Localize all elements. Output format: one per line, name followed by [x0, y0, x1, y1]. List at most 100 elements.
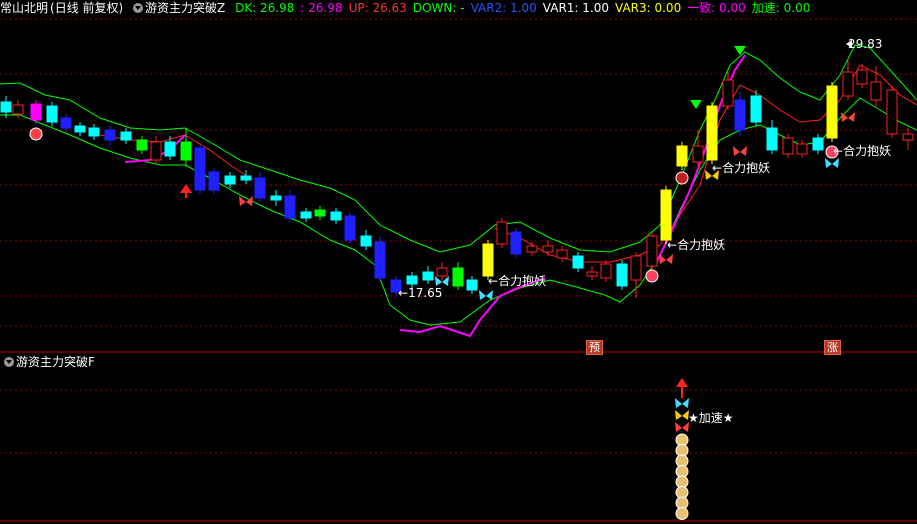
- candle-body: [542, 245, 554, 253]
- butterfly-icon: [848, 112, 855, 122]
- candle-body: [240, 175, 252, 181]
- butterfly-icon: [442, 276, 449, 286]
- candle-body: [314, 209, 326, 217]
- sub-arrow-icon: [676, 378, 688, 387]
- candle-body: [600, 263, 612, 279]
- butterfly-icon: [705, 170, 712, 180]
- sub-butterfly-icon: [682, 398, 689, 408]
- gem-icon: [645, 269, 659, 283]
- signal-label-2: ←合力抱妖: [667, 236, 725, 253]
- candle-body: [436, 267, 448, 277]
- mid-line-b: [494, 64, 917, 263]
- candle-body: [270, 195, 282, 201]
- low-arrow-glyph: ←: [398, 286, 409, 300]
- candle-body: [510, 231, 522, 255]
- candle-body: [796, 143, 808, 155]
- candle-body: [452, 267, 464, 287]
- marker-zhang: 涨: [824, 340, 841, 355]
- butterfly-icon: [486, 290, 493, 300]
- candle-body: [660, 189, 672, 241]
- buy-triangle-icon: [690, 100, 702, 109]
- butterfly-icon: [479, 290, 486, 300]
- candle-body: [766, 127, 778, 151]
- high-price-label: 29.83: [848, 37, 882, 51]
- sub-butterfly-icon: [675, 410, 682, 420]
- butterfly-icon: [659, 254, 666, 264]
- candle-body: [374, 241, 386, 279]
- candle-body: [344, 215, 356, 241]
- candle-body: [496, 221, 508, 245]
- accel-text: ★加速★: [688, 411, 734, 425]
- candle-body: [630, 255, 642, 281]
- duo-badge-icon: [675, 171, 689, 185]
- candle-body: [706, 105, 718, 161]
- sub-butterfly-icon: [675, 398, 682, 408]
- candle-body: [164, 141, 176, 157]
- lower-band-line: [0, 97, 917, 326]
- chart-canvas[interactable]: [0, 0, 917, 524]
- candle-body: [526, 245, 538, 253]
- candle-body: [572, 255, 584, 269]
- candle-body: [812, 137, 824, 151]
- high-price-value: 29.83: [848, 37, 883, 51]
- candle-body: [30, 103, 42, 121]
- candle-body: [330, 211, 342, 221]
- candle-body: [136, 139, 148, 151]
- candle-body: [842, 71, 854, 97]
- candle-body: [88, 127, 100, 137]
- candle-body: [826, 85, 838, 139]
- signal-label-3: ←合力抱妖: [712, 159, 770, 176]
- candle-body: [616, 263, 628, 287]
- candle-body: [284, 195, 296, 219]
- low-price-value: 17.65: [408, 286, 443, 300]
- badge-icon: [29, 127, 43, 141]
- candle-body: [406, 275, 418, 285]
- candle-body: [224, 175, 236, 185]
- candle-body: [0, 101, 12, 113]
- candle-body: [586, 271, 598, 277]
- candle-body: [180, 141, 192, 161]
- butterfly-icon: [246, 196, 253, 206]
- low-price-label: ←17.65: [398, 286, 442, 300]
- candle-body: [120, 131, 132, 141]
- candle-body: [856, 69, 868, 85]
- butterfly-icon: [666, 254, 673, 264]
- butterfly-icon: [733, 146, 740, 156]
- candle-body: [208, 171, 220, 191]
- butterfly-icon: [832, 158, 839, 168]
- signal-text-2: 合力抱妖: [677, 238, 726, 252]
- candle-body: [104, 129, 116, 141]
- signal-arrow-2: ←: [667, 238, 678, 252]
- candle-body: [150, 141, 162, 161]
- butterfly-icon: [825, 158, 832, 168]
- candle-body: [46, 105, 58, 123]
- candle-body: [556, 249, 568, 259]
- candle-body: [360, 235, 372, 247]
- candle-body: [886, 89, 898, 135]
- signal-text-3: 合力抱妖: [722, 161, 771, 175]
- candle-body: [194, 147, 206, 191]
- candle-body: [750, 95, 762, 123]
- candle-body: [722, 79, 734, 107]
- butterfly-icon: [435, 276, 442, 286]
- sub-butterfly-icon: [675, 422, 682, 432]
- candle-body: [422, 271, 434, 281]
- candle-body: [12, 104, 24, 115]
- accel-label: ★加速★: [688, 409, 734, 426]
- candle-body: [734, 99, 746, 131]
- candle-body: [676, 145, 688, 167]
- signal-arrow-3: ←: [712, 161, 723, 175]
- candle-body: [466, 279, 478, 291]
- candle-body: [870, 81, 882, 101]
- buy-triangle-icon: [734, 46, 746, 55]
- coin-icon: [675, 507, 689, 520]
- marker-yu: 预: [586, 340, 603, 355]
- candle-body: [692, 145, 704, 163]
- butterfly-icon: [740, 146, 747, 156]
- candle-body: [902, 133, 914, 141]
- candle-body: [300, 211, 312, 219]
- signal-text-4: 合力抱妖: [843, 144, 892, 158]
- signal-arrow-4: ←: [833, 144, 844, 158]
- candle-body: [782, 137, 794, 155]
- candle-body: [74, 125, 86, 133]
